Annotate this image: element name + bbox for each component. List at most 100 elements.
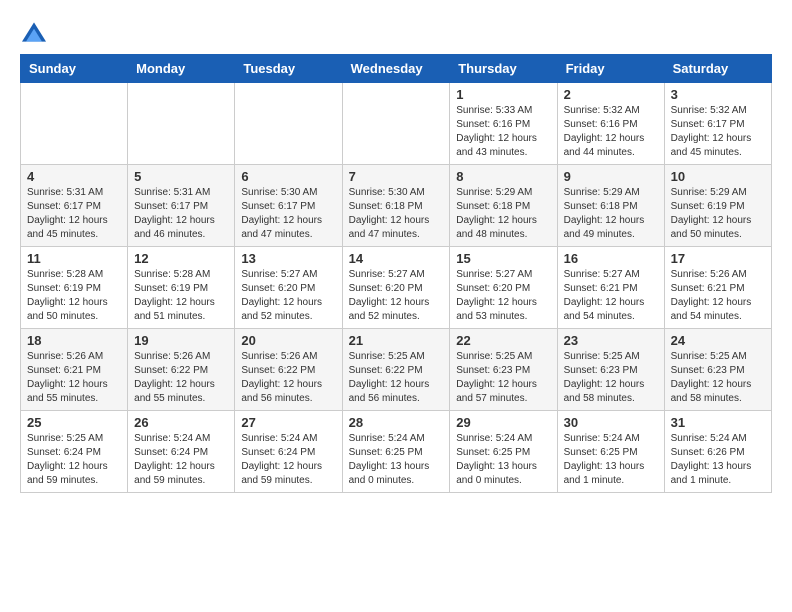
day-number: 3: [671, 87, 765, 102]
calendar-week-4: 18 Sunrise: 5:26 AMSunset: 6:21 PMDayligh…: [21, 329, 772, 411]
calendar-header-sunday: Sunday: [21, 55, 128, 83]
day-number: 20: [241, 333, 335, 348]
calendar-cell: 31 Sunrise: 5:24 AMSunset: 6:26 PMDayligh…: [664, 411, 771, 493]
calendar-cell: 12 Sunrise: 5:28 AMSunset: 6:19 PMDayligh…: [128, 247, 235, 329]
calendar-cell: 14 Sunrise: 5:27 AMSunset: 6:20 PMDayligh…: [342, 247, 450, 329]
logo: [20, 20, 46, 44]
day-info: Sunrise: 5:29 AMSunset: 6:18 PMDaylight:…: [564, 186, 658, 242]
day-number: 13: [241, 251, 335, 266]
calendar-cell: [235, 83, 342, 165]
calendar-cell: 24Sunrise: 5:25 AMSunset: 6:23 PMDayligh…: [664, 329, 771, 411]
day-number: 23: [564, 333, 658, 348]
day-info: Sunrise: 5:31 AMSunset: 6:17 PMDaylight:…: [27, 186, 121, 242]
calendar-cell: 25Sunrise: 5:25 AMSunset: 6:24 PMDayligh…: [21, 411, 128, 493]
day-info: Sunrise: 5:28 AMSunset: 6:19 PMDaylight:…: [27, 268, 121, 324]
calendar-header-friday: Friday: [557, 55, 664, 83]
calendar-cell: 9 Sunrise: 5:29 AMSunset: 6:18 PMDaylight…: [557, 165, 664, 247]
day-info: Sunrise: 5:25 AMSunset: 6:23 PMDaylight:…: [564, 350, 658, 406]
day-info: Sunrise: 5:31 AMSunset: 6:17 PMDaylight:…: [134, 186, 228, 242]
day-number: 26: [134, 415, 228, 430]
day-number: 4: [27, 169, 121, 184]
calendar-header-wednesday: Wednesday: [342, 55, 450, 83]
day-info: Sunrise: 5:32 AMSunset: 6:16 PMDaylight:…: [564, 104, 658, 160]
day-info: Sunrise: 5:28 AMSunset: 6:19 PMDaylight:…: [134, 268, 228, 324]
calendar-cell: 11 Sunrise: 5:28 AMSunset: 6:19 PMDayligh…: [21, 247, 128, 329]
day-info: Sunrise: 5:24 AMSunset: 6:24 PMDaylight:…: [134, 432, 228, 488]
calendar-cell: 1 Sunrise: 5:33 AMSunset: 6:16 PMDaylight…: [450, 83, 557, 165]
calendar-week-2: 4 Sunrise: 5:31 AMSunset: 6:17 PMDaylight…: [21, 165, 772, 247]
day-number: 28: [349, 415, 444, 430]
day-info: Sunrise: 5:24 AMSunset: 6:26 PMDaylight:…: [671, 432, 765, 488]
calendar-cell: 10 Sunrise: 5:29 AMSunset: 6:19 PMDayligh…: [664, 165, 771, 247]
day-info: Sunrise: 5:27 AMSunset: 6:20 PMDaylight:…: [456, 268, 550, 324]
day-info: Sunrise: 5:24 AMSunset: 6:25 PMDaylight:…: [456, 432, 550, 488]
calendar-cell: 5 Sunrise: 5:31 AMSunset: 6:17 PMDaylight…: [128, 165, 235, 247]
day-info: Sunrise: 5:30 AMSunset: 6:18 PMDaylight:…: [349, 186, 444, 242]
day-number: 16: [564, 251, 658, 266]
calendar-header-row: SundayMondayTuesdayWednesdayThursdayFrid…: [21, 55, 772, 83]
day-number: 10: [671, 169, 765, 184]
calendar-header-thursday: Thursday: [450, 55, 557, 83]
calendar-cell: 22Sunrise: 5:25 AMSunset: 6:23 PMDayligh…: [450, 329, 557, 411]
day-info: Sunrise: 5:27 AMSunset: 6:20 PMDaylight:…: [241, 268, 335, 324]
day-info: Sunrise: 5:24 AMSunset: 6:24 PMDaylight:…: [241, 432, 335, 488]
day-number: 12: [134, 251, 228, 266]
calendar-cell: 7 Sunrise: 5:30 AMSunset: 6:18 PMDaylight…: [342, 165, 450, 247]
calendar-cell: [128, 83, 235, 165]
day-number: 8: [456, 169, 550, 184]
calendar-cell: 16Sunrise: 5:27 AMSunset: 6:21 PMDayligh…: [557, 247, 664, 329]
calendar-cell: 26 Sunrise: 5:24 AMSunset: 6:24 PMDayligh…: [128, 411, 235, 493]
day-info: Sunrise: 5:26 AMSunset: 6:21 PMDaylight:…: [27, 350, 121, 406]
day-info: Sunrise: 5:33 AMSunset: 6:16 PMDaylight:…: [456, 104, 550, 160]
calendar-cell: 21 Sunrise: 5:25 AMSunset: 6:22 PMDayligh…: [342, 329, 450, 411]
calendar-cell: 28 Sunrise: 5:24 AMSunset: 6:25 PMDayligh…: [342, 411, 450, 493]
day-number: 31: [671, 415, 765, 430]
day-info: Sunrise: 5:26 AMSunset: 6:22 PMDaylight:…: [241, 350, 335, 406]
day-number: 2: [564, 87, 658, 102]
calendar-cell: [21, 83, 128, 165]
day-info: Sunrise: 5:32 AMSunset: 6:17 PMDaylight:…: [671, 104, 765, 160]
calendar-cell: 15Sunrise: 5:27 AMSunset: 6:20 PMDayligh…: [450, 247, 557, 329]
day-number: 17: [671, 251, 765, 266]
day-number: 11: [27, 251, 121, 266]
day-info: Sunrise: 5:27 AMSunset: 6:20 PMDaylight:…: [349, 268, 444, 324]
day-number: 6: [241, 169, 335, 184]
day-info: Sunrise: 5:24 AMSunset: 6:25 PMDaylight:…: [564, 432, 658, 488]
day-number: 5: [134, 169, 228, 184]
day-number: 1: [456, 87, 550, 102]
day-number: 18: [27, 333, 121, 348]
calendar-cell: 18 Sunrise: 5:26 AMSunset: 6:21 PMDayligh…: [21, 329, 128, 411]
day-info: Sunrise: 5:29 AMSunset: 6:19 PMDaylight:…: [671, 186, 765, 242]
day-info: Sunrise: 5:26 AMSunset: 6:21 PMDaylight:…: [671, 268, 765, 324]
calendar-header-saturday: Saturday: [664, 55, 771, 83]
calendar-week-5: 25Sunrise: 5:25 AMSunset: 6:24 PMDayligh…: [21, 411, 772, 493]
calendar-cell: 29 Sunrise: 5:24 AMSunset: 6:25 PMDayligh…: [450, 411, 557, 493]
day-info: Sunrise: 5:25 AMSunset: 6:23 PMDaylight:…: [671, 350, 765, 406]
day-number: 29: [456, 415, 550, 430]
day-number: 30: [564, 415, 658, 430]
calendar-cell: 6 Sunrise: 5:30 AMSunset: 6:17 PMDaylight…: [235, 165, 342, 247]
day-info: Sunrise: 5:24 AMSunset: 6:25 PMDaylight:…: [349, 432, 444, 488]
day-info: Sunrise: 5:29 AMSunset: 6:18 PMDaylight:…: [456, 186, 550, 242]
day-number: 21: [349, 333, 444, 348]
calendar-cell: 17 Sunrise: 5:26 AMSunset: 6:21 PMDayligh…: [664, 247, 771, 329]
logo-icon: [22, 20, 46, 44]
calendar-cell: 13 Sunrise: 5:27 AMSunset: 6:20 PMDayligh…: [235, 247, 342, 329]
day-number: 14: [349, 251, 444, 266]
day-info: Sunrise: 5:26 AMSunset: 6:22 PMDaylight:…: [134, 350, 228, 406]
calendar-table: SundayMondayTuesdayWednesdayThursdayFrid…: [20, 54, 772, 493]
calendar-cell: 20 Sunrise: 5:26 AMSunset: 6:22 PMDayligh…: [235, 329, 342, 411]
calendar-cell: 23 Sunrise: 5:25 AMSunset: 6:23 PMDayligh…: [557, 329, 664, 411]
calendar-cell: 8 Sunrise: 5:29 AMSunset: 6:18 PMDaylight…: [450, 165, 557, 247]
page-header: [20, 20, 772, 44]
calendar-cell: 27 Sunrise: 5:24 AMSunset: 6:24 PMDayligh…: [235, 411, 342, 493]
day-number: 22: [456, 333, 550, 348]
day-number: 9: [564, 169, 658, 184]
day-number: 19: [134, 333, 228, 348]
calendar-cell: [342, 83, 450, 165]
day-number: 27: [241, 415, 335, 430]
day-info: Sunrise: 5:25 AMSunset: 6:22 PMDaylight:…: [349, 350, 444, 406]
calendar-week-1: 1 Sunrise: 5:33 AMSunset: 6:16 PMDaylight…: [21, 83, 772, 165]
day-info: Sunrise: 5:30 AMSunset: 6:17 PMDaylight:…: [241, 186, 335, 242]
day-number: 7: [349, 169, 444, 184]
